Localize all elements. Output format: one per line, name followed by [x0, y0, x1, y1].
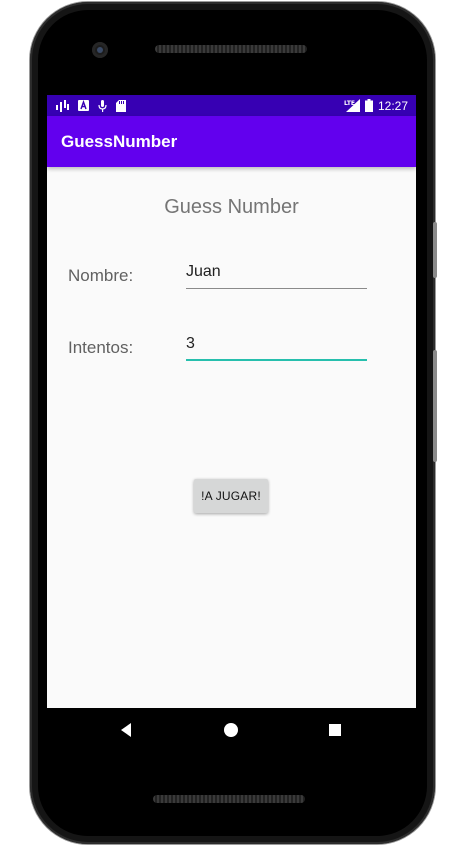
home-icon[interactable]: [221, 720, 241, 740]
battery-icon: [364, 99, 373, 112]
notification-a-icon: [78, 100, 89, 111]
back-icon[interactable]: [117, 720, 137, 740]
front-camera: [92, 42, 108, 58]
attempts-label: Intentos:: [68, 338, 134, 357]
power-button: [433, 350, 437, 462]
app-title: GuessNumber: [61, 132, 178, 151]
page-heading: Guess Number: [164, 196, 299, 218]
name-input[interactable]: Juan: [186, 259, 367, 289]
volume-button: [433, 222, 437, 278]
lte-signal-icon: LTE: [344, 99, 360, 112]
name-label: Nombre:: [68, 266, 134, 285]
signal-activity-icon: [56, 99, 69, 112]
play-button[interactable]: !A JUGAR!: [194, 479, 268, 513]
sd-card-icon: [116, 99, 126, 112]
bottom-speaker: [153, 795, 305, 803]
name-input-underline: [186, 288, 367, 289]
recents-icon[interactable]: [325, 720, 345, 740]
status-clock: 12:27: [377, 98, 408, 113]
earpiece-speaker: [155, 45, 307, 53]
app-bar: GuessNumber: [47, 116, 416, 167]
svg-text:LTE: LTE: [344, 100, 355, 107]
navigation-bar: [47, 708, 416, 752]
name-input-value: Juan: [186, 263, 221, 280]
attempts-input-value: 3: [186, 335, 195, 352]
attempts-input[interactable]: 3: [186, 331, 367, 361]
microphone-icon: [98, 99, 107, 112]
attempts-input-underline: [186, 359, 367, 361]
status-bar: LTE 12:27: [47, 95, 416, 116]
app-screen: LTE 12:27 GuessNumber Guess Number Nombr…: [47, 95, 416, 708]
